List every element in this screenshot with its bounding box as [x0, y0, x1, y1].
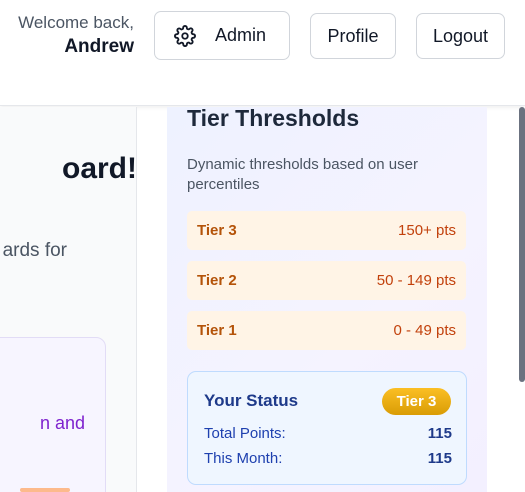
logout-button[interactable]: Logout — [416, 13, 505, 59]
welcome-block: Welcome back, Andrew — [18, 11, 134, 59]
info-card: n and — [0, 337, 106, 492]
admin-button-label: Admin — [215, 25, 267, 45]
welcome-text: Welcome back, — [18, 13, 134, 32]
this-month-row: This Month: 115 — [204, 450, 452, 467]
your-status-card: Your Status Tier 3 Total Points: 115 Thi… — [187, 371, 467, 485]
profile-button-label: Profile — [327, 25, 379, 46]
action-button-edge[interactable] — [20, 488, 70, 492]
panel-title: Tier Thresholds — [187, 105, 360, 131]
tier-row: Tier 3 150+ pts — [187, 211, 466, 250]
tier-thresholds-panel: Tier Thresholds Dynamic thresholds based… — [167, 105, 487, 492]
total-points-row: Total Points: 115 — [204, 425, 452, 442]
page-scrollbar[interactable] — [519, 107, 525, 382]
main-content-area: oard! ards for n and — [0, 107, 137, 492]
tier-name: Tier 1 — [197, 322, 237, 339]
panel-description: Dynamic thresholds based on user percent… — [187, 156, 418, 193]
tier-row: Tier 1 0 - 49 pts — [187, 311, 466, 350]
info-card-text: n and — [39, 413, 85, 433]
logout-button-label: Logout — [432, 25, 489, 46]
gear-icon — [174, 24, 196, 47]
status-badge: Tier 3 — [382, 388, 451, 415]
tier-range: 150+ pts — [398, 222, 456, 239]
total-points-label: Total Points: — [204, 425, 286, 442]
admin-button[interactable]: Admin — [154, 11, 290, 60]
dashboard-subtitle: ards for — [2, 240, 67, 261]
total-points-value: 115 — [427, 425, 452, 442]
this-month-value: 115 — [427, 450, 452, 467]
user-name: Andrew — [64, 36, 134, 57]
tier-range: 50 - 149 pts — [376, 272, 456, 289]
profile-button[interactable]: Profile — [310, 13, 396, 59]
tier-range: 0 - 49 pts — [393, 322, 456, 339]
this-month-label: This Month: — [204, 450, 283, 467]
top-header: Welcome back, Andrew Admin Profile Logou… — [0, 0, 525, 106]
dashboard-heading: oard! — [62, 152, 137, 185]
tier-row: Tier 2 50 - 149 pts — [187, 261, 466, 300]
tier-name: Tier 2 — [197, 272, 237, 289]
tier-name: Tier 3 — [197, 222, 237, 239]
status-title: Your Status — [204, 391, 299, 410]
